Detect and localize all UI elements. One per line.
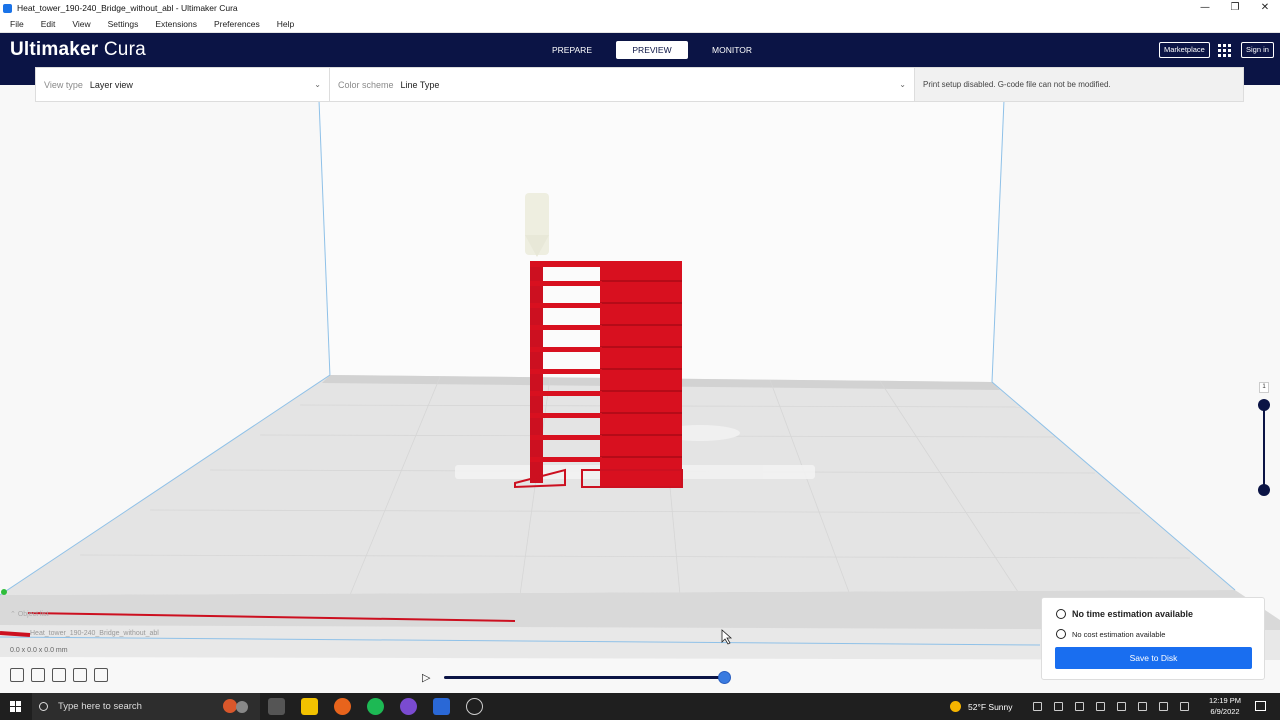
object-list-label: Object list — [17, 611, 49, 618]
search-highlight-icon[interactable] — [222, 698, 250, 715]
cost-estimate-row: No cost estimation available — [1056, 629, 1165, 639]
brand-bold: Ultimaker — [10, 39, 99, 60]
print-estimate-panel: No time estimation available No cost est… — [1041, 597, 1265, 680]
volume-icon[interactable] — [1138, 702, 1147, 711]
taskbar-apps — [268, 698, 499, 715]
apps-grid-icon[interactable] — [1218, 44, 1231, 57]
menu-bar: File Edit View Settings Extensions Prefe… — [0, 16, 1280, 33]
notification-icon[interactable] — [1255, 701, 1266, 711]
clock-date: 6/9/2022 — [1210, 707, 1240, 716]
menu-view[interactable]: View — [72, 19, 90, 29]
taskbar-clock[interactable]: 12:19 PM 6/9/2022 — [1200, 695, 1250, 717]
wifi-icon[interactable] — [1117, 702, 1126, 711]
marketplace-button[interactable]: Marketplace — [1159, 42, 1210, 58]
front-view-icon[interactable] — [31, 668, 45, 682]
meet-icon[interactable] — [1054, 702, 1063, 711]
battery-icon[interactable] — [1096, 702, 1105, 711]
menu-file[interactable]: File — [10, 19, 24, 29]
app-logo: Ultimaker Cura — [10, 39, 146, 61]
menu-settings[interactable]: Settings — [108, 19, 139, 29]
window-title-bar: Heat_tower_190-240_Bridge_without_abl - … — [0, 0, 1280, 16]
3d-view-icon[interactable] — [10, 668, 24, 682]
microphone-icon[interactable] — [1075, 702, 1084, 711]
layer-slider-track[interactable] — [1263, 405, 1265, 490]
cura-app-icon — [3, 3, 12, 13]
task-view-icon[interactable] — [268, 698, 285, 715]
windows-start-icon[interactable] — [10, 701, 21, 712]
view-type-value: Layer view — [89, 79, 133, 90]
print-setup-message: Print setup disabled. G-code file can no… — [915, 67, 1244, 102]
display-icon[interactable] — [1159, 702, 1168, 711]
color-scheme-label: Color scheme — [338, 79, 394, 90]
window-controls: — ❐ ✕ — [1190, 0, 1280, 16]
restore-icon[interactable]: ❐ — [1220, 0, 1250, 16]
tab-prepare[interactable]: PREPARE — [532, 41, 612, 59]
media-app-icon[interactable] — [400, 698, 417, 715]
chevron-down-icon: ⌄ — [314, 80, 321, 89]
simulation-handle[interactable] — [718, 671, 731, 684]
color-scheme-dropdown[interactable]: Color scheme Line Type ⌄ — [330, 68, 914, 101]
windows-taskbar: Type here to search 52°F Sunny 12:19 PM … — [0, 693, 1280, 720]
cura-taskbar-icon[interactable] — [433, 698, 450, 715]
close-icon[interactable]: ✕ — [1250, 0, 1280, 16]
view-toolbar: View type Layer view ⌄ Color scheme Line… — [35, 67, 915, 102]
view-type-dropdown[interactable]: View type Layer view ⌄ — [36, 68, 330, 101]
color-scheme-value: Line Type — [400, 79, 440, 90]
menu-preferences[interactable]: Preferences — [214, 19, 260, 29]
chevron-down-icon: ⌄ — [899, 80, 906, 89]
window-title: Heat_tower_190-240_Bridge_without_abl - … — [17, 3, 238, 13]
chevron-up-icon[interactable] — [1033, 702, 1042, 711]
tab-preview[interactable]: PREVIEW — [616, 41, 688, 59]
top-view-icon[interactable] — [52, 668, 66, 682]
simulation-track[interactable] — [444, 676, 726, 679]
object-dimensions: 0.0 x 0.0 x 0.0 mm — [10, 647, 68, 654]
weather-text: 52°F Sunny — [968, 701, 1013, 712]
time-estimate-row: No time estimation available — [1056, 609, 1193, 619]
view-type-label: View type — [44, 79, 83, 90]
search-icon — [39, 702, 48, 711]
minimize-icon[interactable]: — — [1190, 0, 1220, 16]
spool-icon — [1056, 629, 1066, 639]
sun-icon — [950, 701, 961, 712]
system-tray — [1033, 702, 1201, 711]
layer-number-label[interactable]: 1 — [1259, 382, 1269, 393]
clock-time: 12:19 PM — [1208, 696, 1242, 705]
file-explorer-icon[interactable] — [301, 698, 318, 715]
layer-slider-upper-handle[interactable] — [1258, 399, 1270, 411]
menu-help[interactable]: Help — [277, 19, 294, 29]
object-list-header[interactable]: ⌃ Object list — [10, 610, 49, 618]
time-estimate-text: No time estimation available — [1072, 609, 1194, 619]
chrome-like-icon[interactable] — [466, 698, 483, 715]
play-simulation-icon[interactable]: ▷ — [422, 671, 430, 684]
menu-edit[interactable]: Edit — [41, 19, 56, 29]
stage-tabs: PREPARE PREVIEW MONITOR — [532, 41, 772, 59]
sign-in-button[interactable]: Sign in — [1241, 42, 1274, 58]
firefox-icon[interactable] — [334, 698, 351, 715]
cost-estimate-text: No cost estimation available — [1072, 629, 1166, 639]
clock-icon — [1056, 609, 1066, 619]
pen-icon[interactable] — [1180, 702, 1189, 711]
object-list-item[interactable]: Heat_tower_190-240_Bridge_without_abl — [30, 630, 159, 637]
tab-monitor[interactable]: MONITOR — [692, 41, 772, 59]
layer-slider-lower-handle[interactable] — [1258, 484, 1270, 496]
weather-widget[interactable]: 52°F Sunny — [950, 693, 1013, 720]
save-to-disk-button[interactable]: Save to Disk — [1055, 647, 1252, 669]
brand-light: Cura — [98, 39, 146, 60]
menu-extensions[interactable]: Extensions — [155, 19, 197, 29]
camera-view-buttons — [10, 668, 115, 682]
left-view-icon[interactable] — [73, 668, 87, 682]
spotify-icon[interactable] — [367, 698, 384, 715]
right-view-icon[interactable] — [94, 668, 108, 682]
search-placeholder: Type here to search — [58, 701, 142, 712]
